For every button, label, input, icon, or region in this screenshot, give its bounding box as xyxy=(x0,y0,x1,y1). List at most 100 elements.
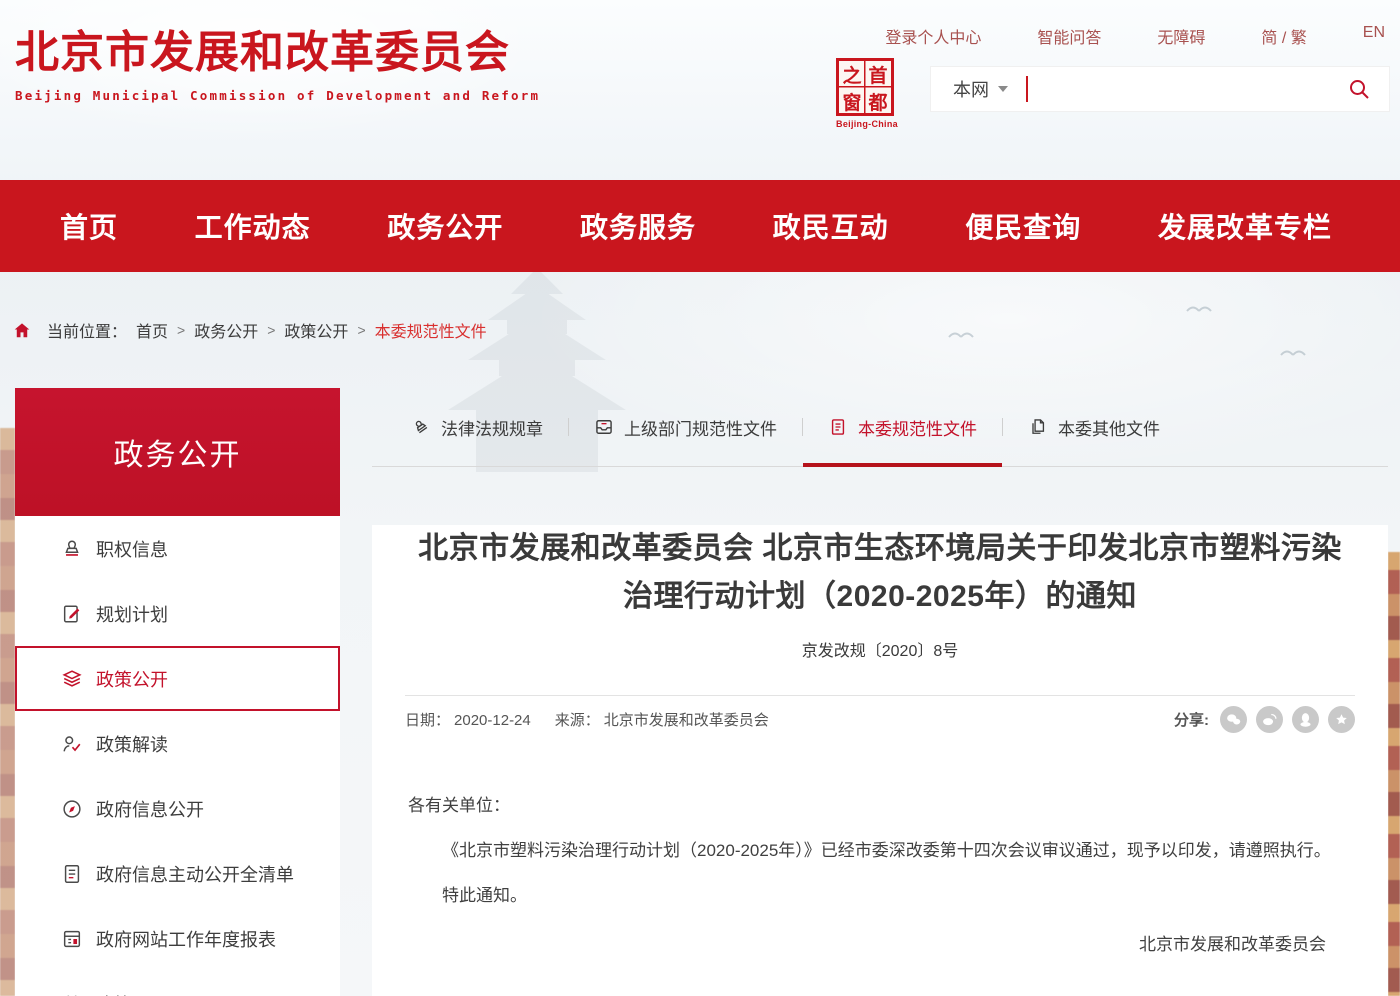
sidebar-item-gov-info-disclosure[interactable]: 政府信息公开 xyxy=(15,776,340,841)
sidebar-item-authority-info[interactable]: 职权信息 xyxy=(15,516,340,581)
signature: 北京市发展和改革委员会 xyxy=(408,922,1326,967)
nav-convenience-query[interactable]: 便民查询 xyxy=(965,206,1081,246)
share-bar: 分享: xyxy=(1174,706,1355,733)
qq-icon xyxy=(1298,712,1313,728)
nav-home[interactable]: 首页 xyxy=(60,206,118,246)
link-simplified-traditional[interactable]: 简 / 繁 xyxy=(1261,24,1306,48)
link-smart-qa[interactable]: 智能问答 xyxy=(1037,24,1101,48)
home-icon[interactable] xyxy=(12,321,32,340)
nav-public-interaction[interactable]: 政民互动 xyxy=(773,206,889,246)
sidebar-item-label: 政策解读 xyxy=(96,731,168,757)
primary-nav: 首页 工作动态 政务公开 政务服务 政民互动 便民查询 发展改革专栏 xyxy=(0,180,1400,272)
page: 北京市发展和改革委员会 Beijing Municipal Commission… xyxy=(0,0,1400,996)
site-header: 北京市发展和改革委员会 Beijing Municipal Commission… xyxy=(0,0,1400,180)
breadcrumb-separator: > xyxy=(357,322,365,338)
salutation: 各有关单位： xyxy=(408,783,1352,828)
sidebar-item-label: 决策目录 xyxy=(96,991,168,996)
article-title: 北京市发展和改革委员会 北京市生态环境局关于印发北京市塑料污染治理行动计划（20… xyxy=(415,525,1345,621)
plan-pencil-icon xyxy=(61,603,83,625)
date-label: 日期： xyxy=(405,712,450,729)
seal-char: 窗 xyxy=(839,88,865,115)
sidebar-item-label: 政府信息公开 xyxy=(96,796,204,822)
search-input[interactable] xyxy=(1028,67,1347,111)
qq-share-button[interactable] xyxy=(1292,706,1319,733)
nav-gov-disclosure[interactable]: 政务公开 xyxy=(387,206,503,246)
link-accessibility[interactable]: 无障碍 xyxy=(1157,24,1205,48)
breadcrumb-policy-disclosure[interactable]: 政策公开 xyxy=(284,318,348,342)
breadcrumb-home[interactable]: 首页 xyxy=(136,318,168,342)
sidebar-item-policy-interpretation[interactable]: 政策解读 xyxy=(15,711,340,776)
divider xyxy=(405,695,1355,696)
sidebar-item-plans[interactable]: 规划计划 xyxy=(15,581,340,646)
tab-upper-level-documents[interactable]: 上级部门规范性文件 xyxy=(569,388,802,466)
breadcrumb-label: 当前位置： xyxy=(47,318,127,342)
sidebar-item-proactive-disclosure-list[interactable]: 政府信息主动公开全清单 xyxy=(15,841,340,906)
seal-caption: Beijing-China xyxy=(836,119,898,129)
search-scope-select[interactable]: 本网 xyxy=(953,76,1008,102)
sidebar-item-decision-catalog[interactable]: 决策目录 xyxy=(15,971,340,996)
source-value: 北京市发展和改革委员会 xyxy=(604,712,769,729)
wechat-icon xyxy=(1225,712,1242,727)
tab-commission-normative-documents[interactable]: 本委规范性文件 xyxy=(803,388,1002,466)
site-logo: 北京市发展和改革委员会 Beijing Municipal Commission… xyxy=(15,16,540,103)
breadcrumb-separator: > xyxy=(177,322,185,338)
favorite-star-icon xyxy=(1334,712,1349,727)
sidebar-menu: 职权信息 规划计划 xyxy=(15,516,340,996)
person-check-icon xyxy=(61,733,83,755)
search-scope-value: 本网 xyxy=(953,76,989,102)
nav-work-news[interactable]: 工作动态 xyxy=(195,206,311,246)
sidebar-item-label: 政府信息主动公开全清单 xyxy=(96,861,294,887)
wechat-share-button[interactable] xyxy=(1220,706,1247,733)
caret-down-icon xyxy=(998,86,1008,92)
layers-icon xyxy=(61,668,83,690)
nav-gov-services[interactable]: 政务服务 xyxy=(580,206,696,246)
sidebar-item-label: 政策公开 xyxy=(96,666,168,692)
breadcrumb-current: 本委规范性文件 xyxy=(375,318,487,342)
paragraph: 特此通知。 xyxy=(408,873,1352,918)
inbox-doc-icon xyxy=(594,417,614,437)
sidebar-item-label: 职权信息 xyxy=(96,536,168,562)
seal-grid: 之 首 窗 都 xyxy=(836,58,894,116)
sidebar-item-policy-disclosure[interactable]: 政策公开 xyxy=(15,646,340,711)
sidebar-item-website-annual-report[interactable]: 政府网站工作年度报表 xyxy=(15,906,340,971)
favorite-share-button[interactable] xyxy=(1328,706,1355,733)
search-icon xyxy=(1347,77,1371,101)
doc-number: 京发改规〔2020〕8号 xyxy=(372,637,1388,661)
site-title: 北京市发展和改革委员会 xyxy=(15,16,540,80)
sidebar-title: 政务公开 xyxy=(15,388,340,516)
tab-laws-regulations[interactable]: 法律法规规章 xyxy=(386,388,568,466)
paragraph: 《北京市塑料污染治理行动计划（2020-2025年）》已经市委深改委第十四次会议… xyxy=(408,828,1352,873)
seal-char: 都 xyxy=(865,88,891,115)
weibo-icon xyxy=(1261,712,1278,727)
calendar-icon xyxy=(61,993,83,996)
compass-icon xyxy=(61,798,83,820)
content-area: 政务公开 职权信息 xyxy=(0,388,1400,996)
search-button[interactable] xyxy=(1347,77,1371,101)
article-meta: 日期：2020-12-24来源：北京市发展和改革委员会 xyxy=(405,709,773,730)
link-login-center[interactable]: 登录个人中心 xyxy=(885,24,981,48)
tab-label: 本委其他文件 xyxy=(1058,415,1160,440)
capital-window-seal-logo[interactable]: 之 首 窗 都 Beijing-China xyxy=(836,58,898,129)
share-label: 分享: xyxy=(1174,709,1209,730)
checklist-icon xyxy=(61,863,83,885)
article-meta-row: 日期：2020-12-24来源：北京市发展和改革委员会 分享: xyxy=(405,706,1355,733)
weibo-share-button[interactable] xyxy=(1256,706,1283,733)
breadcrumb-separator: > xyxy=(267,322,275,338)
breadcrumb-gov-disclosure[interactable]: 政务公开 xyxy=(194,318,258,342)
utility-links: 登录个人中心 智能问答 无障碍 简 / 繁 EN xyxy=(885,24,1385,48)
article-body: 各有关单位： 《北京市塑料污染治理行动计划（2020-2025年）》已经市委深改… xyxy=(408,783,1352,967)
site-subtitle: Beijing Municipal Commission of Developm… xyxy=(15,88,540,103)
stamp-icon xyxy=(61,538,83,560)
tab-label: 本委规范性文件 xyxy=(858,415,977,440)
doc-lines-icon xyxy=(828,417,848,437)
seal-char: 首 xyxy=(865,61,891,88)
search-bar: 本网 xyxy=(930,66,1390,112)
breadcrumb: 当前位置： 首页 > 政务公开 > 政策公开 > 本委规范性文件 xyxy=(12,318,1400,342)
sidebar: 政务公开 职权信息 xyxy=(15,388,340,996)
tab-label: 上级部门规范性文件 xyxy=(624,415,777,440)
tab-commission-other-documents[interactable]: 本委其他文件 xyxy=(1003,388,1185,466)
report-table-icon xyxy=(61,928,83,950)
link-english[interactable]: EN xyxy=(1363,24,1385,48)
nav-reform-column[interactable]: 发展改革专栏 xyxy=(1158,206,1332,246)
seal-char: 之 xyxy=(839,61,865,88)
